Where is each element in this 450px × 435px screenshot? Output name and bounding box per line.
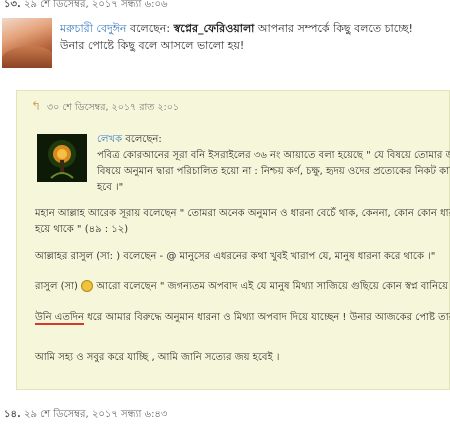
reply-said-label: বলেছেন: (125, 134, 162, 145)
avatar-dune-shape (2, 46, 52, 68)
reply-p1-line1: পবিত্র কোরআনের সূরা বনি ইসরাইলের ৩৬ নং আ… (97, 150, 450, 161)
reply-paragraph-1: পবিত্র কোরআনের সূরা বনি ইসরাইলের ৩৬ নং আ… (97, 148, 450, 196)
quote-author-link[interactable]: মরুচারী বেদুঈন (60, 22, 126, 35)
reply-timestamp: ৩০ শে ডিসেম্বর, ২০১৭ রাত ২:০১ (47, 102, 180, 113)
reply-paragraph-3: আল্লাহর রাসুল (সা: ) বলেছেন - @ মানুসের … (35, 251, 436, 262)
reply-p1-line2: বিষয়ে অনুমান দ্বারা পরিচালিত হয়ো না : … (97, 166, 450, 177)
comment-timestamp: ২৯ শে ডিসেম্বর, ২০১৭ সন্ধ্যা ৬:০৬ (23, 0, 168, 10)
reply-p1-line3: হবে ।" (97, 182, 124, 193)
tree-of-life-icon (48, 140, 76, 179)
comment-number: ১৪. (4, 409, 21, 420)
reply-paragraph-4: রাসুল (সা) আরো বলেছেন " জগন্যতম অপবাদ এই… (35, 279, 450, 295)
avatar-tree[interactable] (37, 134, 87, 182)
avatar-desert[interactable] (2, 18, 52, 68)
reply-author-line: লেখক বলেছেন: (97, 132, 162, 149)
reply-p2-line2: হয়ে থাকে " (৪৯ : ১২) (35, 224, 129, 235)
reply-p4-rest: আরো বলেছেন " জগন্যতম অপবাদ এই যে মানুষ ম… (96, 281, 450, 292)
comment-timestamp: ২৯ শে ডিসেম্বর, ২০১৭ সন্ধ্যা ৬:৪৩ (23, 409, 168, 420)
reply-paragraph-2: মহান আল্লাহ আরেক সূরায় বলেছেন " তোমরা অ… (35, 206, 450, 238)
reply-p5-rest: ধরে আমার বিরুদ্ধে অনুমান ধারনা ও মিথ্যা … (84, 312, 450, 323)
reply-p4-start: রাসুল (সা) (35, 281, 78, 292)
comment-13-header: ১৩. ২৯ শে ডিসেম্বর, ২০১৭ সন্ধ্যা ৬:০৬ (0, 0, 450, 14)
red-underlined-text: উনি এতদিন (35, 312, 84, 325)
emoji-icon (81, 280, 94, 292)
comment-number: ১৩. (4, 0, 21, 10)
comment-14-header: ১৪. ২৯ শে ডিসেম্বর, ২০১৭ সন্ধ্যা ৬:৪৩ (0, 407, 450, 427)
quote-target-user[interactable]: স্বপ্নের_ফেরিওয়ালা (174, 22, 255, 35)
reply-paragraph-6: আমি সহ্য ও সবুর করে যাচ্ছি , আমি জানি সত… (35, 352, 280, 363)
reply-arrow-icon: ↰ (31, 99, 42, 113)
reply-p2-line1: মহান আল্লাহ আরেক সূরায় বলেছেন " তোমরা অ… (35, 208, 450, 219)
reply-author-link[interactable]: লেখক (97, 134, 122, 145)
quote-line2: উনার পোষ্টে কিছু বলে আসলে ভালো হয়! (60, 39, 245, 52)
quote-line1-rest: আপনার সম্পর্কে কিছু বলতে চাচ্ছে! (257, 22, 413, 35)
quote-said-label: বলেছেন: (129, 22, 171, 35)
reply-paragraph-5: উনি এতদিন ধরে আমার বিরুদ্ধে অনুমান ধারনা… (35, 310, 450, 326)
quoted-comment: মরুচারী বেদুঈন বলেছেন: স্বপ্নের_ফেরিওয়া… (60, 20, 445, 54)
author-reply-box: ↰ ৩০ শে ডিসেম্বর, ২০১৭ রাত ২:০১ লেখক বলে… (16, 90, 450, 390)
